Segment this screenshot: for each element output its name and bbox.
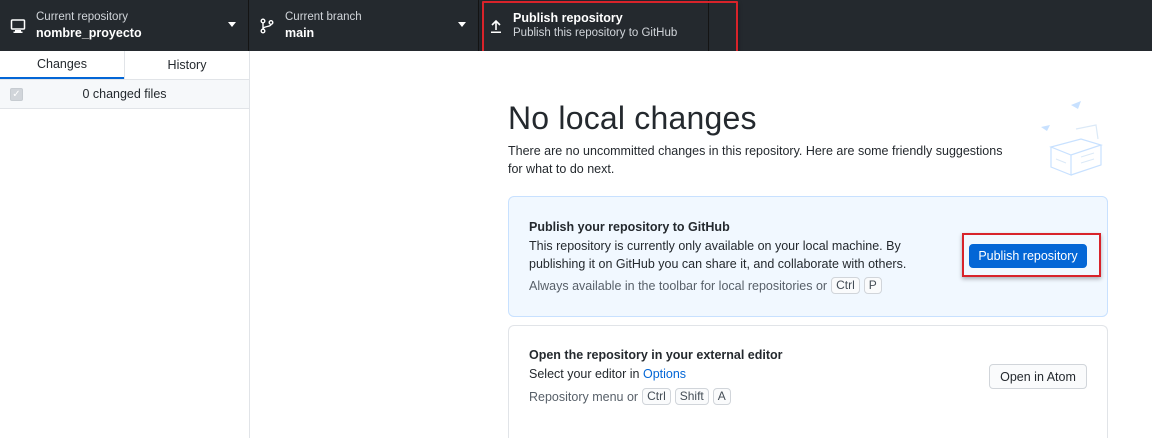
publish-card-title: Publish your repository to GitHub bbox=[529, 220, 730, 234]
select-all-checkbox[interactable]: ✓ bbox=[10, 88, 23, 101]
publish-card-hint-text: Always available in the toolbar for loca… bbox=[529, 278, 828, 293]
chevron-down-icon bbox=[228, 22, 236, 27]
page-title: No local changes bbox=[508, 100, 757, 136]
empty-state-illustration bbox=[1041, 101, 1103, 176]
computer-icon bbox=[0, 18, 36, 34]
changed-files-header: ✓ 0 changed files bbox=[0, 80, 249, 109]
current-branch-dropdown[interactable]: Current branch main bbox=[249, 0, 479, 51]
editor-card-description: Select your editor in Options bbox=[529, 365, 949, 383]
page-subtitle: There are no uncommitted changes in this… bbox=[508, 144, 1003, 176]
editor-card-title: Open the repository in your external edi… bbox=[529, 348, 783, 362]
kbd-ctrl: Ctrl bbox=[642, 388, 671, 405]
tab-history[interactable]: History bbox=[124, 51, 249, 79]
sidebar-tabs: Changes History bbox=[0, 51, 249, 80]
sidebar: Changes History ✓ 0 changed files bbox=[0, 51, 250, 438]
changed-files-count: 0 changed files bbox=[82, 87, 167, 101]
kbd-p: P bbox=[863, 277, 882, 294]
kbd-ctrl: Ctrl bbox=[831, 277, 860, 294]
editor-card-description-text: Select your editor in bbox=[529, 367, 640, 381]
kbd-shift: Shift bbox=[674, 388, 709, 405]
publish-repository-subtitle: Publish this repository to GitHub bbox=[513, 27, 678, 39]
tab-changes[interactable]: Changes bbox=[0, 51, 124, 79]
external-editor-card: Open the repository in your external edi… bbox=[508, 325, 1108, 438]
publish-repository-toolbar-button[interactable]: Publish repository Publish this reposito… bbox=[479, 0, 709, 51]
branch-icon bbox=[249, 18, 285, 34]
current-repository-name: nombre_proyecto bbox=[36, 26, 142, 40]
kbd-a: A bbox=[712, 388, 731, 405]
current-repository-label: Current repository bbox=[36, 11, 129, 23]
upload-icon bbox=[479, 18, 513, 34]
publish-card-hint: Always available in the toolbar for loca… bbox=[529, 277, 882, 294]
toolbar: Current repository nombre_proyecto Curre… bbox=[0, 0, 1152, 51]
current-branch-name: main bbox=[285, 26, 315, 40]
current-branch-label: Current branch bbox=[285, 11, 362, 23]
editor-card-hint-text: Repository menu or bbox=[529, 389, 639, 404]
publish-repository-title: Publish repository bbox=[513, 11, 623, 25]
open-in-atom-button[interactable]: Open in Atom bbox=[989, 364, 1087, 389]
main-panel: No local changes There are no uncommitte… bbox=[251, 51, 1152, 438]
chevron-down-icon bbox=[458, 22, 466, 27]
options-link[interactable]: Options bbox=[643, 367, 686, 381]
editor-card-hint: Repository menu or Ctrl Shift A bbox=[529, 388, 731, 405]
publish-card-description: This repository is currently only availa… bbox=[529, 239, 907, 271]
publish-repository-button[interactable]: Publish repository bbox=[969, 244, 1087, 268]
publish-card: Publish your repository to GitHub This r… bbox=[508, 196, 1108, 317]
current-repository-dropdown[interactable]: Current repository nombre_proyecto bbox=[0, 0, 249, 51]
